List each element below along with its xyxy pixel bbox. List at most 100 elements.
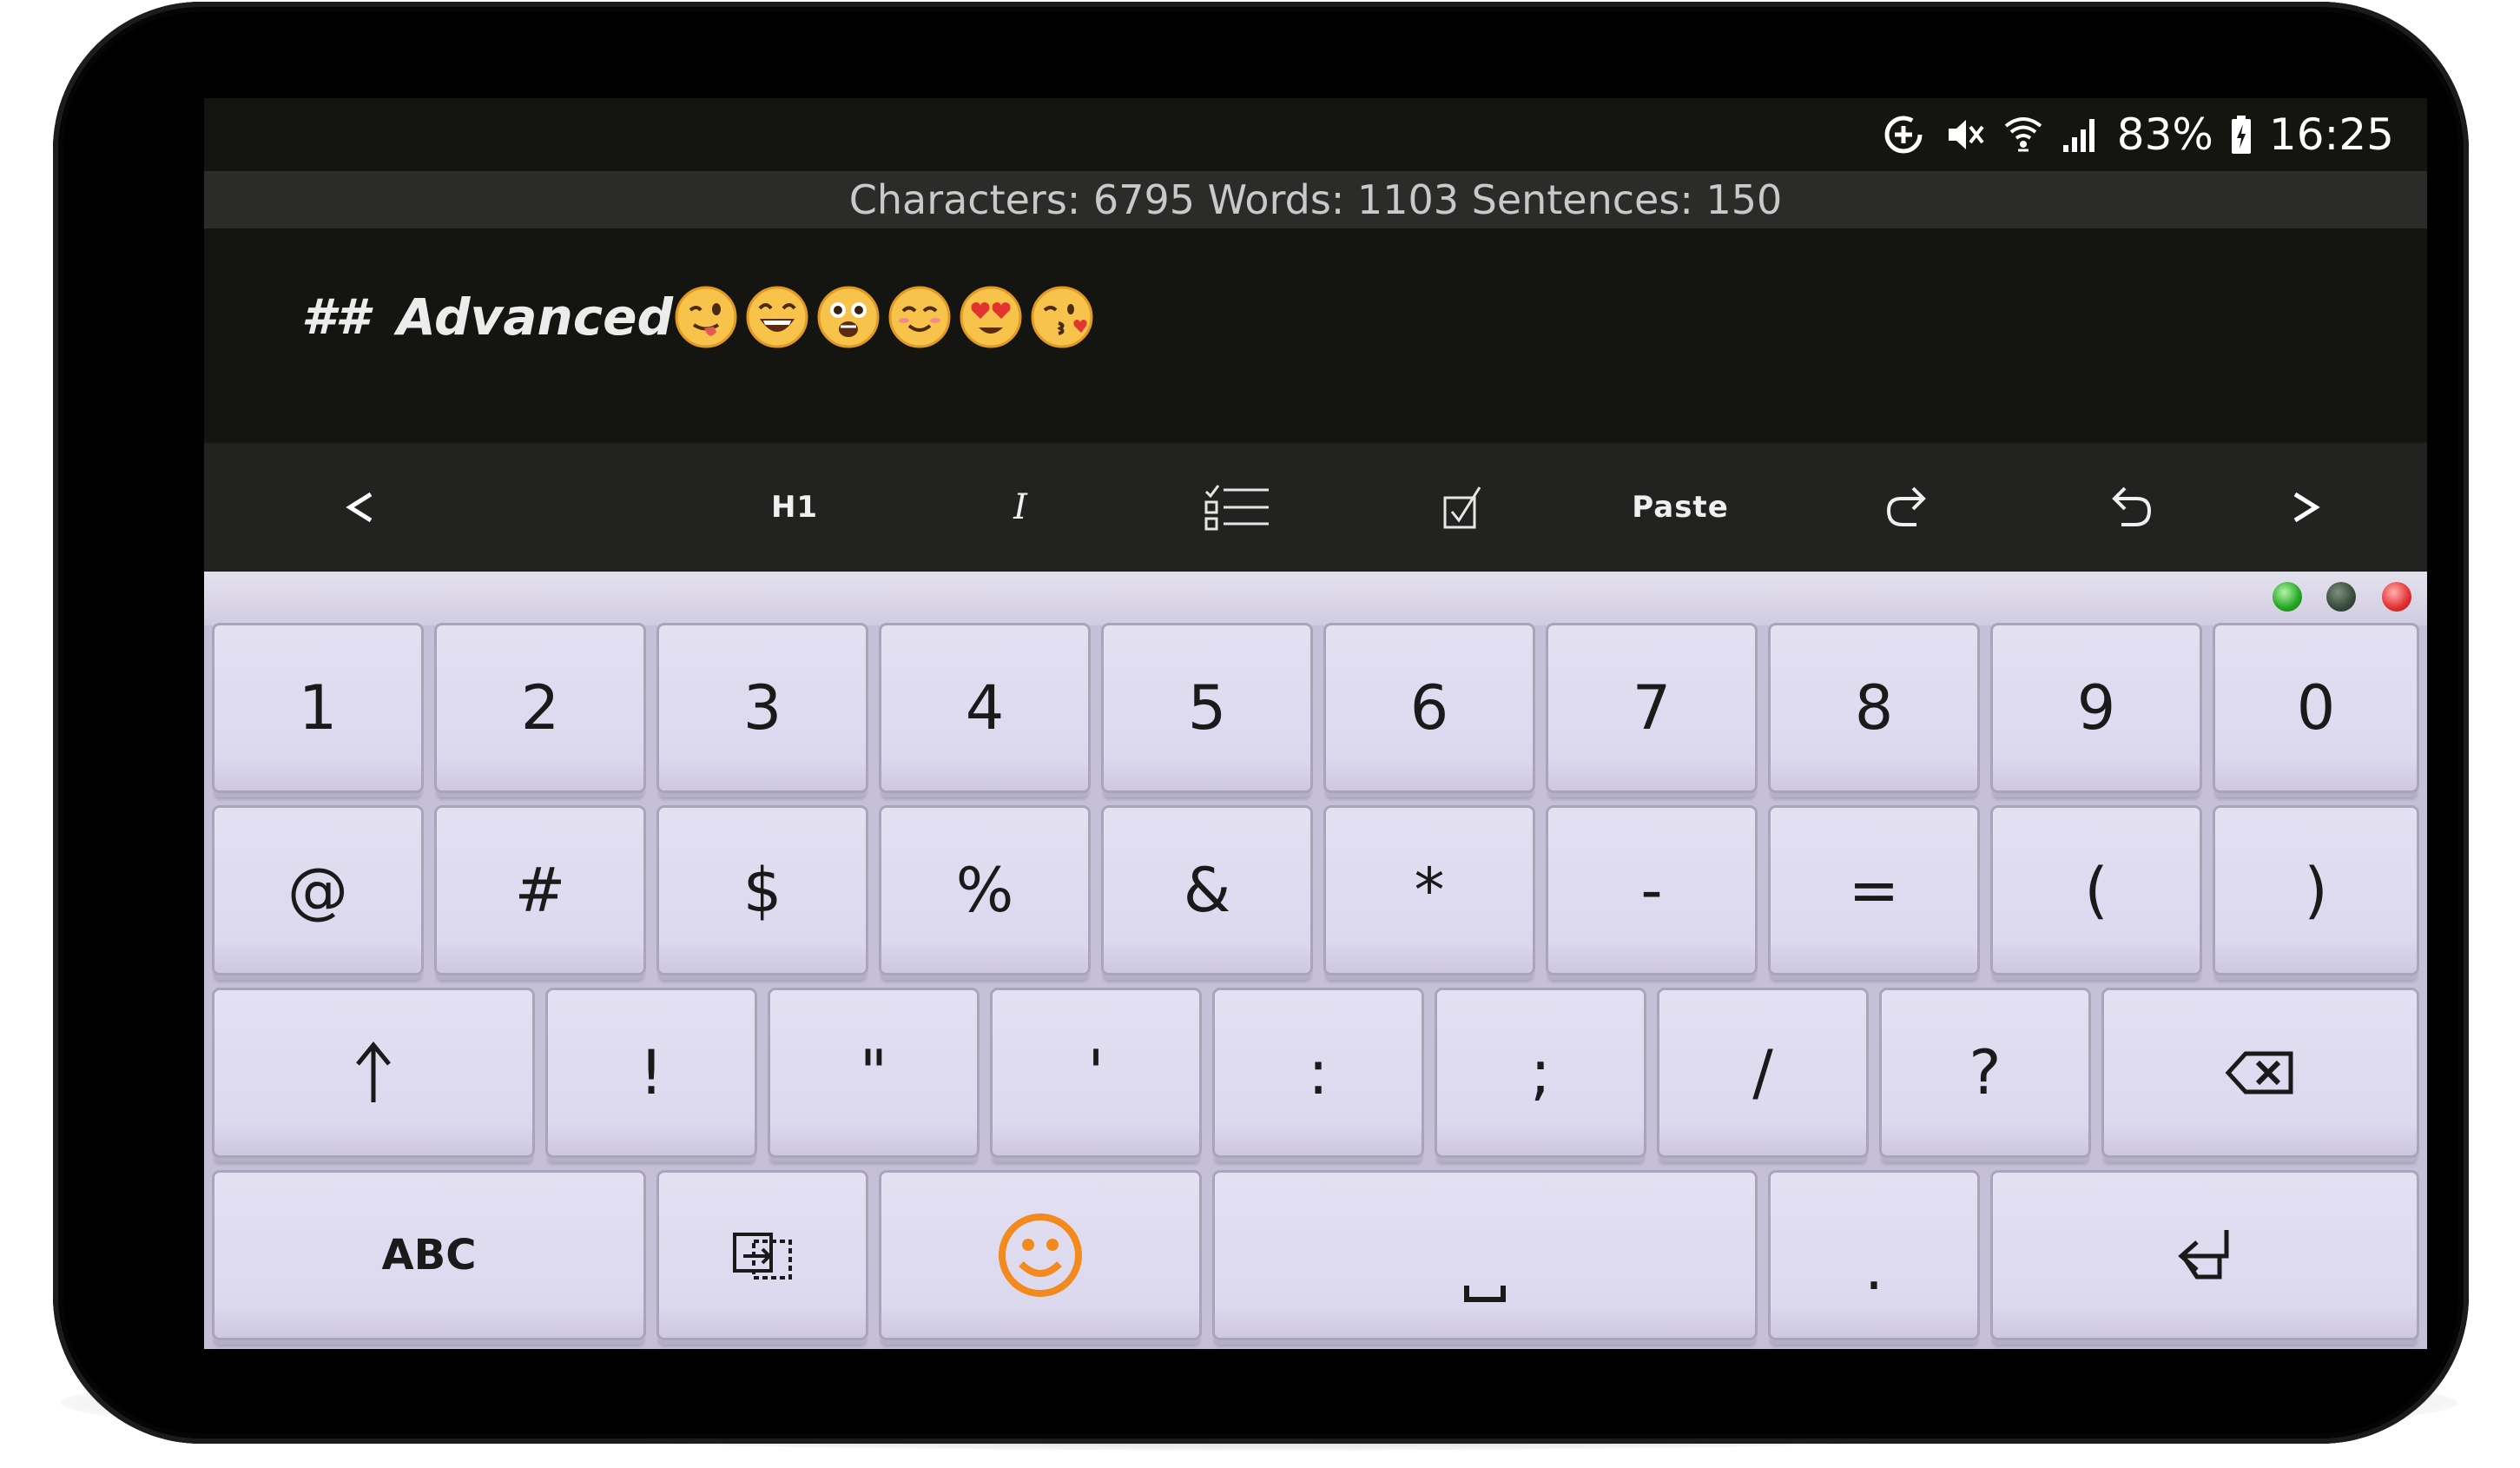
- toolbar-paste-button[interactable]: Paste: [1593, 443, 1767, 572]
- winking-face-tongue-icon: [675, 286, 737, 348]
- key-digit[interactable]: 7: [1548, 625, 1755, 790]
- toolbar-italic-button[interactable]: I: [960, 443, 1081, 572]
- toolbar-checkbox-button[interactable]: [1394, 443, 1533, 572]
- keyboard-switch-key[interactable]: [659, 1173, 866, 1338]
- period-key[interactable]: .: [1771, 1173, 1977, 1338]
- key-digit[interactable]: 9: [1993, 625, 2200, 790]
- toolbar-next-button[interactable]: [2253, 443, 2358, 572]
- key-digit[interactable]: 6: [1326, 625, 1533, 790]
- keyboard-top-bar: [204, 572, 2427, 625]
- status-bar: 83% 16:25: [204, 98, 2427, 171]
- keyboard-switch-icon: [733, 1233, 792, 1280]
- key-symbol[interactable]: :: [1215, 990, 1422, 1155]
- key-label: #: [514, 855, 566, 926]
- key-symbol[interactable]: =: [1771, 808, 1977, 973]
- window-dot-green[interactable]: [2273, 582, 2302, 612]
- key-label: &: [1183, 855, 1231, 926]
- toolbar-list-button[interactable]: [1168, 443, 1307, 572]
- undo-icon: [2112, 486, 2152, 526]
- redo-icon: [1886, 486, 1926, 526]
- key-digit[interactable]: 3: [659, 625, 866, 790]
- format-toolbar: H1 I Paste: [204, 443, 2427, 572]
- key-label: 6: [1409, 672, 1449, 744]
- emoji-group: [673, 284, 1095, 350]
- screen: 83% 16:25 Characters: 6795 Words: 1103 S…: [204, 98, 2427, 1349]
- key-symbol[interactable]: @: [214, 808, 421, 973]
- editor-line[interactable]: ## Advanced: [301, 274, 1095, 360]
- key-label: $: [742, 855, 782, 926]
- toolbar-prev-button[interactable]: [308, 443, 412, 572]
- shift-arrow-icon: [356, 1041, 391, 1102]
- key-symbol[interactable]: (: [1993, 808, 2200, 973]
- key-symbol[interactable]: *: [1326, 808, 1533, 973]
- grinning-squinting-face-icon: [746, 286, 808, 348]
- key-symbol[interactable]: /: [1659, 990, 1866, 1155]
- text-editor[interactable]: ## Advanced: [204, 228, 2427, 443]
- key-label: 2: [520, 672, 560, 744]
- abc-label: ABC: [381, 1231, 477, 1280]
- key-digit[interactable]: 5: [1104, 625, 1310, 790]
- key-label: %: [955, 855, 1014, 926]
- key-digit[interactable]: 8: [1771, 625, 1977, 790]
- heading-text: Advanced: [396, 288, 674, 347]
- key-symbol[interactable]: !: [548, 990, 755, 1155]
- toolbar-undo-button[interactable]: [2062, 443, 2201, 572]
- key-digit[interactable]: 2: [437, 625, 643, 790]
- checklist-icon: [1204, 485, 1269, 531]
- clock: 16:25: [2268, 109, 2394, 160]
- emoji-icon: [999, 1213, 1082, 1297]
- wifi-icon: [2004, 117, 2042, 152]
- emoji-key[interactable]: [881, 1173, 1199, 1338]
- kissing-face-heart-icon: [1031, 286, 1093, 348]
- shift-key[interactable]: [214, 990, 532, 1155]
- toolbar-redo-button[interactable]: [1837, 443, 1976, 572]
- key-symbol[interactable]: &: [1104, 808, 1310, 973]
- key-symbol[interactable]: %: [881, 808, 1088, 973]
- key-label: ": [859, 1037, 888, 1108]
- window-dot-red[interactable]: [2382, 582, 2411, 612]
- window-dot-dark[interactable]: [2326, 582, 2356, 612]
- key-label: -: [1640, 855, 1663, 926]
- key-label: 8: [1854, 672, 1894, 744]
- key-label: 7: [1632, 672, 1672, 744]
- chevron-right-icon: [2293, 492, 2320, 523]
- key-digit[interactable]: 1: [214, 625, 421, 790]
- period-label: .: [1864, 1233, 1884, 1304]
- key-label: :: [1308, 1037, 1329, 1108]
- enter-icon: [2178, 1230, 2229, 1280]
- abc-key[interactable]: ABC: [214, 1173, 643, 1338]
- key-label: 9: [2076, 672, 2116, 744]
- key-symbol[interactable]: #: [437, 808, 643, 973]
- smiling-face-blush-icon: [888, 286, 951, 348]
- key-digit[interactable]: 0: [2215, 625, 2417, 790]
- key-symbol[interactable]: ): [2215, 808, 2417, 973]
- space-key[interactable]: [1215, 1173, 1755, 1338]
- data-saver-icon: [1884, 116, 1923, 154]
- key-symbol[interactable]: -: [1548, 808, 1755, 973]
- key-label: ?: [1969, 1037, 2002, 1108]
- heart-eyes-face-icon: [960, 286, 1022, 348]
- key-symbol[interactable]: $: [659, 808, 866, 973]
- enter-key[interactable]: [1993, 1173, 2417, 1338]
- backspace-key[interactable]: [2104, 990, 2417, 1155]
- tablet-frame: 83% 16:25 Characters: 6795 Words: 1103 S…: [53, 2, 2469, 1444]
- key-symbol[interactable]: ": [770, 990, 977, 1155]
- word-count-bar: Characters: 6795 Words: 1103 Sentences: …: [204, 171, 2427, 228]
- key-symbol[interactable]: ?: [1882, 990, 2088, 1155]
- key-symbol[interactable]: ': [993, 990, 1199, 1155]
- key-label: /: [1752, 1037, 1773, 1108]
- key-label: 4: [965, 672, 1005, 744]
- checkbox-icon: [1443, 486, 1481, 529]
- key-symbol[interactable]: ;: [1437, 990, 1644, 1155]
- key-label: 5: [1187, 672, 1227, 744]
- astonished-face-icon: [817, 286, 880, 348]
- status-icons: 83% 16:25: [1881, 110, 2394, 159]
- key-label: 1: [298, 672, 338, 744]
- toolbar-h1-button[interactable]: H1: [725, 443, 864, 572]
- key-label: (: [2084, 855, 2108, 926]
- key-label: ': [1087, 1037, 1105, 1108]
- word-count-text: Characters: 6795 Words: 1103 Sentences: …: [848, 176, 1783, 223]
- key-label: =: [1848, 855, 1900, 926]
- key-digit[interactable]: 4: [881, 625, 1088, 790]
- battery-percent: 83%: [2116, 109, 2213, 160]
